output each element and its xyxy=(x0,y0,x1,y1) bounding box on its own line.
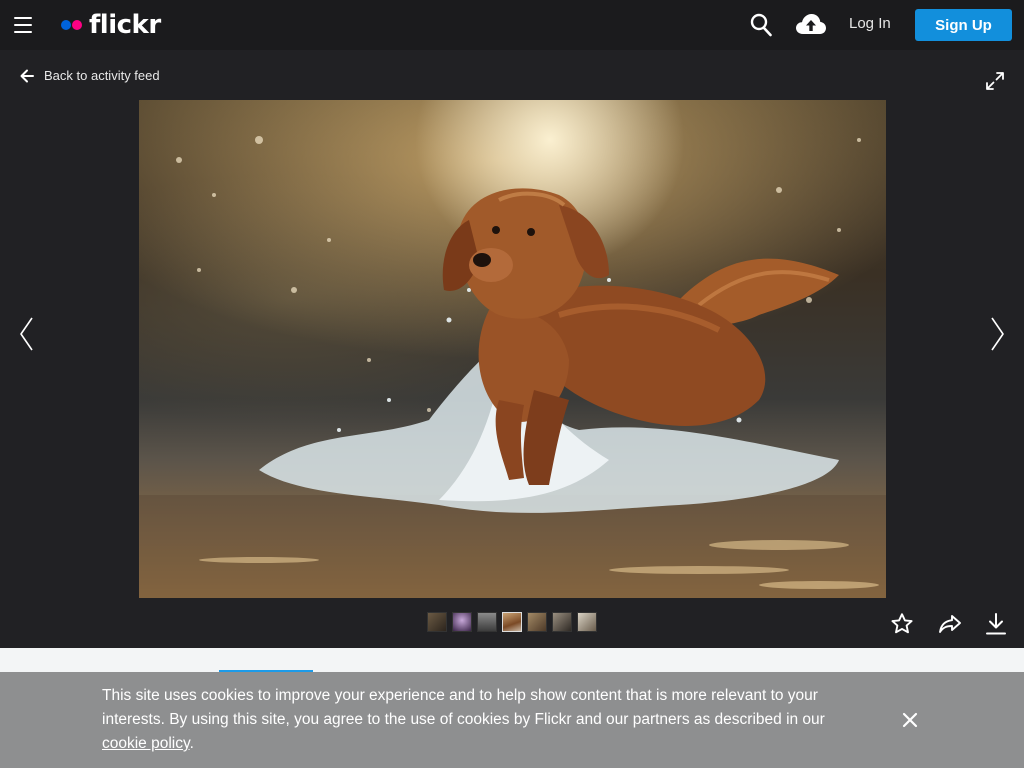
favorite-star-icon[interactable] xyxy=(890,612,914,636)
signup-button[interactable]: Sign Up xyxy=(915,9,1012,41)
cookie-banner-trailing: . xyxy=(189,735,194,752)
thumbnail[interactable] xyxy=(577,612,597,632)
search-icon[interactable] xyxy=(750,13,772,37)
back-link-label: Back to activity feed xyxy=(44,68,160,83)
thumbnail[interactable] xyxy=(552,612,572,632)
thumbnail[interactable] xyxy=(452,612,472,632)
thumbnail-active[interactable] xyxy=(502,612,522,632)
close-icon[interactable] xyxy=(901,711,919,729)
download-icon[interactable] xyxy=(985,612,1007,636)
next-photo-arrow-icon[interactable] xyxy=(987,316,1007,352)
cookie-banner-text: This site uses cookies to improve your e… xyxy=(102,684,862,756)
cookie-consent-banner: This site uses cookies to improve your e… xyxy=(0,672,1024,768)
previous-photo-arrow-icon[interactable] xyxy=(17,316,37,352)
cookie-policy-link[interactable]: cookie policy xyxy=(102,735,190,752)
arrow-left-icon xyxy=(20,69,34,82)
cookie-banner-message: This site uses cookies to improve your e… xyxy=(102,687,825,728)
photo-thumbnail-strip xyxy=(427,612,602,632)
upload-cloud-icon[interactable] xyxy=(795,12,827,38)
back-to-activity-feed-link[interactable]: Back to activity feed xyxy=(20,68,160,83)
dog-splashing-illustration xyxy=(139,136,886,598)
thumbnail[interactable] xyxy=(477,612,497,632)
share-arrow-icon[interactable] xyxy=(938,612,962,636)
main-photo[interactable] xyxy=(139,100,886,598)
top-bar: flickr Log In Sign Up xyxy=(0,0,1024,50)
logo-text: flickr xyxy=(89,10,161,40)
logo-pink-dot xyxy=(72,20,82,30)
logo-blue-dot xyxy=(61,20,71,30)
login-link[interactable]: Log In xyxy=(849,15,891,32)
thumbnail[interactable] xyxy=(527,612,547,632)
flickr-logo[interactable]: flickr xyxy=(61,10,161,40)
thumbnail[interactable] xyxy=(427,612,447,632)
fullscreen-expand-icon[interactable] xyxy=(985,71,1005,91)
menu-icon[interactable] xyxy=(14,17,32,33)
